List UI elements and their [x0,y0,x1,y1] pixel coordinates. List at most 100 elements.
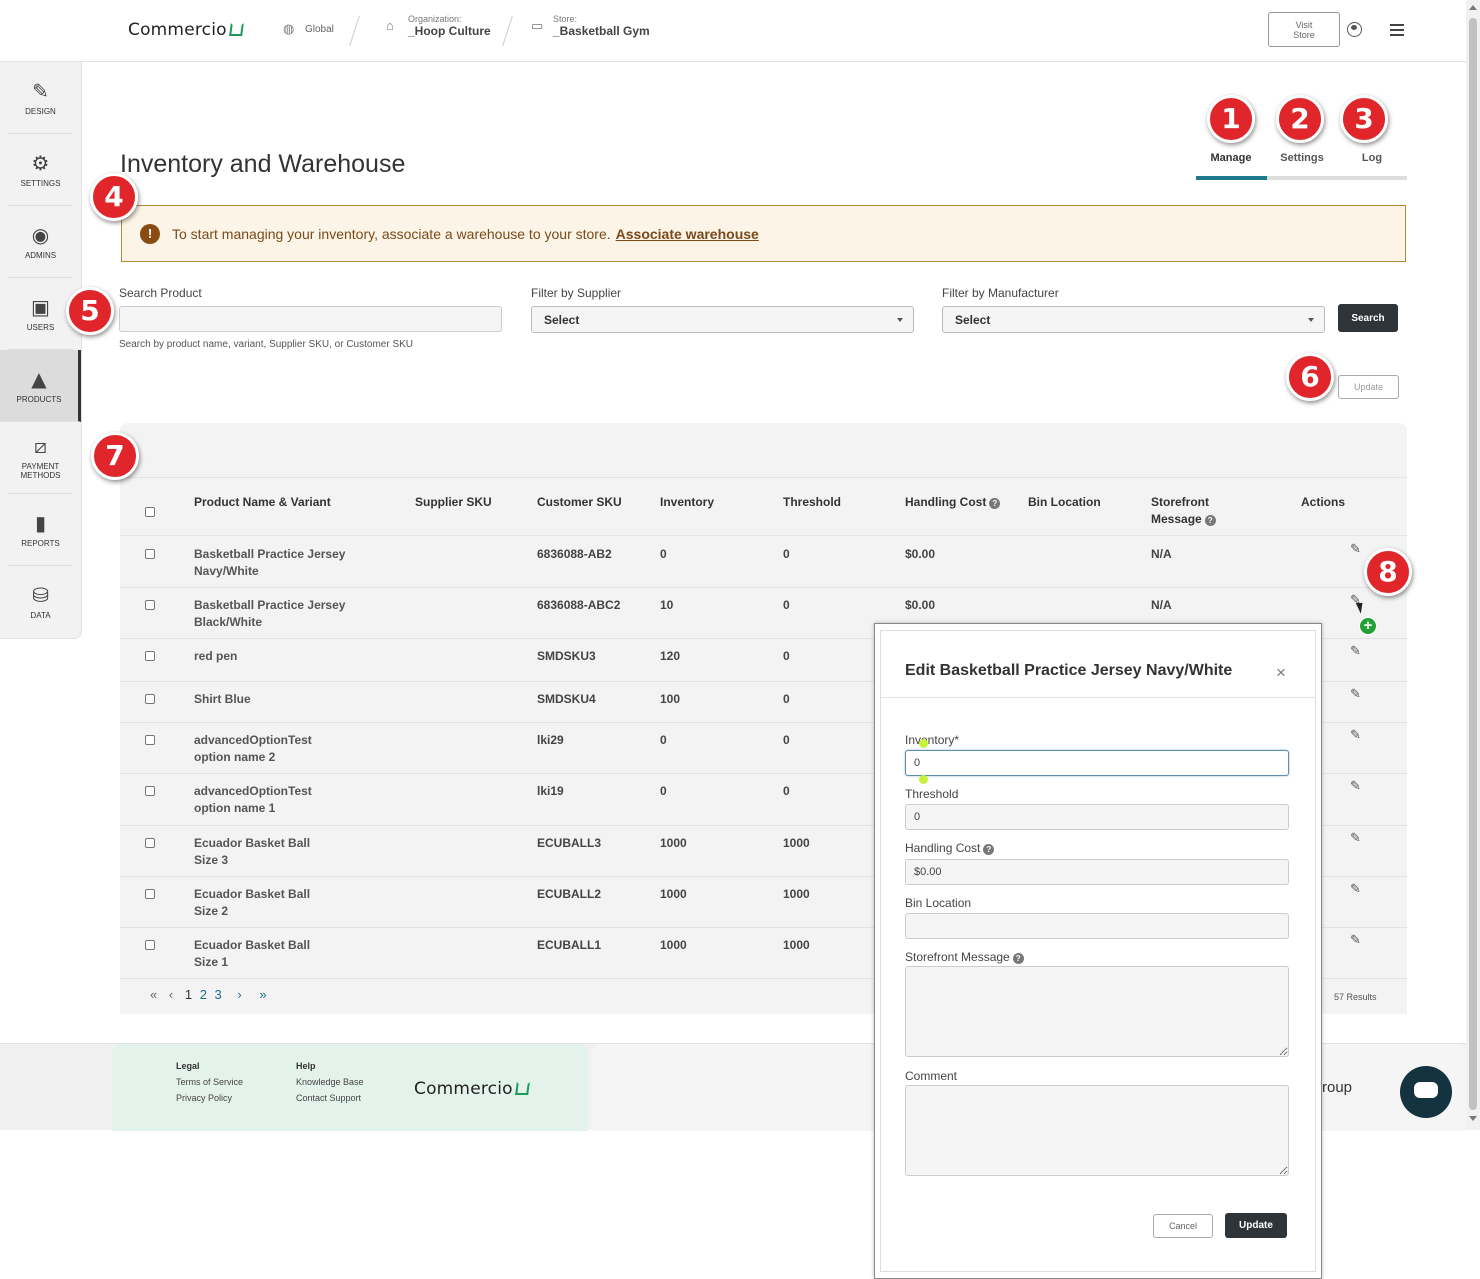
threshold-cell: 0 [783,598,790,612]
page-scrollbar[interactable] [1466,0,1480,1130]
tab-log[interactable]: Log [1337,152,1407,164]
row-checkbox[interactable] [145,786,155,796]
global-selector[interactable]: ◍ Global [283,22,334,36]
manufacturer-select-value: Select [955,313,991,327]
sidebar-item-data[interactable]: ⛁ DATA [8,566,73,638]
sidebar-item-reports[interactable]: ▮ REPORTS [8,494,73,566]
edit-pencil-icon[interactable]: ✎ [1350,830,1361,846]
next-page-icon[interactable]: › [237,987,241,1002]
edit-pencil-icon[interactable]: ✎ [1350,881,1361,897]
store-selector[interactable]: ▭ Store: _Basketball Gym [531,14,650,38]
sidebar-item-settings[interactable]: ⚙ SETTINGS [8,134,73,206]
sidebar-item-payment-methods[interactable]: ⧄ PAYMENT METHODS [8,422,73,494]
header-bin-location[interactable]: Bin Location [1028,494,1101,511]
logo-mark-icon [514,1082,530,1095]
comment-textarea[interactable] [905,1085,1289,1176]
commercio-logo[interactable]: Commercio [128,20,244,40]
scrollbar-thumb[interactable] [1469,18,1477,1110]
edit-pencil-icon[interactable]: ✎ [1350,686,1361,702]
page-3[interactable]: 3 [215,987,222,1002]
sidebar-item-products[interactable]: ▲ PRODUCTS [0,350,81,422]
select-all-checkbox[interactable] [145,507,155,517]
supplier-select[interactable]: Select [531,306,914,333]
row-checkbox[interactable] [145,889,155,899]
handling-cost-input[interactable] [905,859,1289,885]
tab-settings[interactable]: Settings [1267,152,1337,164]
edit-pencil-icon[interactable]: ✎ [1350,643,1361,659]
prev-page-icon[interactable]: ‹ [169,987,173,1002]
help-icon[interactable]: ? [1204,515,1216,526]
row-checkbox[interactable] [145,940,155,950]
last-page-icon[interactable]: » [259,987,266,1002]
sidebar-item-admins[interactable]: ◉ ADMINS [8,206,73,278]
bin-location-input[interactable] [905,913,1289,939]
close-icon[interactable]: × [1276,663,1286,683]
sidebar-item-users[interactable]: ▣ USERS [8,278,73,350]
sidebar-item-design[interactable]: ✎ DESIGN [8,62,73,134]
cancel-button[interactable]: Cancel [1153,1214,1213,1238]
product-variant: Navy/White [194,564,259,578]
scroll-up-arrow-icon[interactable] [1469,5,1477,10]
edit-pencil-icon[interactable]: ✎ [1350,932,1361,948]
help-icon[interactable]: ? [1012,953,1024,964]
product-name-cell[interactable]: Ecuador Basket Ball Size 1 [194,937,310,971]
row-checkbox[interactable] [145,694,155,704]
manufacturer-select[interactable]: Select [942,306,1325,333]
row-checkbox[interactable] [145,651,155,661]
help-icon[interactable]: ? [983,844,995,855]
organization-selector[interactable]: ⌂ Organization: _Hoop Culture [386,14,491,38]
threshold-input[interactable] [905,804,1289,830]
header-inventory[interactable]: Inventory [660,494,714,511]
terms-of-service-link[interactable]: Terms of Service [176,1077,243,1087]
row-checkbox[interactable] [145,549,155,559]
threshold-cell: 0 [783,692,790,706]
privacy-policy-link[interactable]: Privacy Policy [176,1093,232,1103]
page-1[interactable]: 1 [185,987,192,1002]
row-checkbox[interactable] [145,735,155,745]
first-page-icon[interactable]: « [150,987,157,1002]
organization-value: _Hoop Culture [408,24,491,38]
product-name-cell[interactable]: Ecuador Basket Ball Size 2 [194,886,310,920]
pagination: « ‹ 1 2 3 › » [150,987,271,1002]
product-name-cell[interactable]: red pen [194,648,237,665]
scroll-down-arrow-icon[interactable] [1469,1116,1477,1121]
update-button[interactable]: Update [1225,1213,1287,1238]
contact-support-link[interactable]: Contact Support [296,1093,361,1103]
storefront-message-cell: N/A [1151,547,1172,561]
product-name-cell[interactable]: Basketball Practice Jersey Black/White [194,597,345,631]
inventory-cell: 1000 [660,836,687,850]
product-name-cell[interactable]: Shirt Blue [194,691,251,708]
product-name-cell[interactable]: Basketball Practice Jersey Navy/White [194,546,345,580]
search-button[interactable]: Search [1338,304,1398,332]
header-supplier-sku[interactable]: Supplier SKU [415,494,492,511]
tab-manage[interactable]: Manage [1196,152,1266,164]
header-threshold[interactable]: Threshold [783,494,841,511]
chat-icon[interactable] [1400,1066,1452,1118]
inventory-cell: 0 [660,547,667,561]
page-2[interactable]: 2 [200,987,207,1002]
visit-store-button[interactable]: Visit Store [1268,12,1340,47]
threshold-cell: 1000 [783,836,810,850]
edit-pencil-icon[interactable]: ✎ [1350,541,1361,557]
associate-warehouse-link[interactable]: Associate warehouse [616,226,759,242]
edit-pencil-icon[interactable]: ✎ [1350,778,1361,794]
row-checkbox[interactable] [145,838,155,848]
inventory-input[interactable] [905,750,1289,776]
search-product-input[interactable] [119,306,502,332]
user-profile-icon[interactable] [1347,22,1362,37]
edit-pencil-icon[interactable]: ✎ [1350,727,1361,743]
product-name-cell[interactable]: Ecuador Basket Ball Size 3 [194,835,310,869]
header-storefront-message[interactable]: Storefront Message? [1151,494,1231,528]
hamburger-menu-icon[interactable] [1390,24,1404,36]
product-name-cell[interactable]: advancedOptionTest option name 2 [194,732,312,766]
knowledge-base-link[interactable]: Knowledge Base [296,1077,364,1087]
row-checkbox[interactable] [145,600,155,610]
bin-location-label: Bin Location [905,896,972,910]
header-product-name[interactable]: Product Name & Variant [194,494,331,511]
product-name-cell[interactable]: advancedOptionTest option name 1 [194,783,312,817]
bulk-update-button[interactable]: Update [1338,375,1399,399]
header-handling-cost[interactable]: Handling Cost? [905,494,1001,511]
header-customer-sku[interactable]: Customer SKU [537,494,622,511]
help-icon[interactable]: ? [989,498,1001,509]
storefront-message-textarea[interactable] [905,966,1289,1057]
